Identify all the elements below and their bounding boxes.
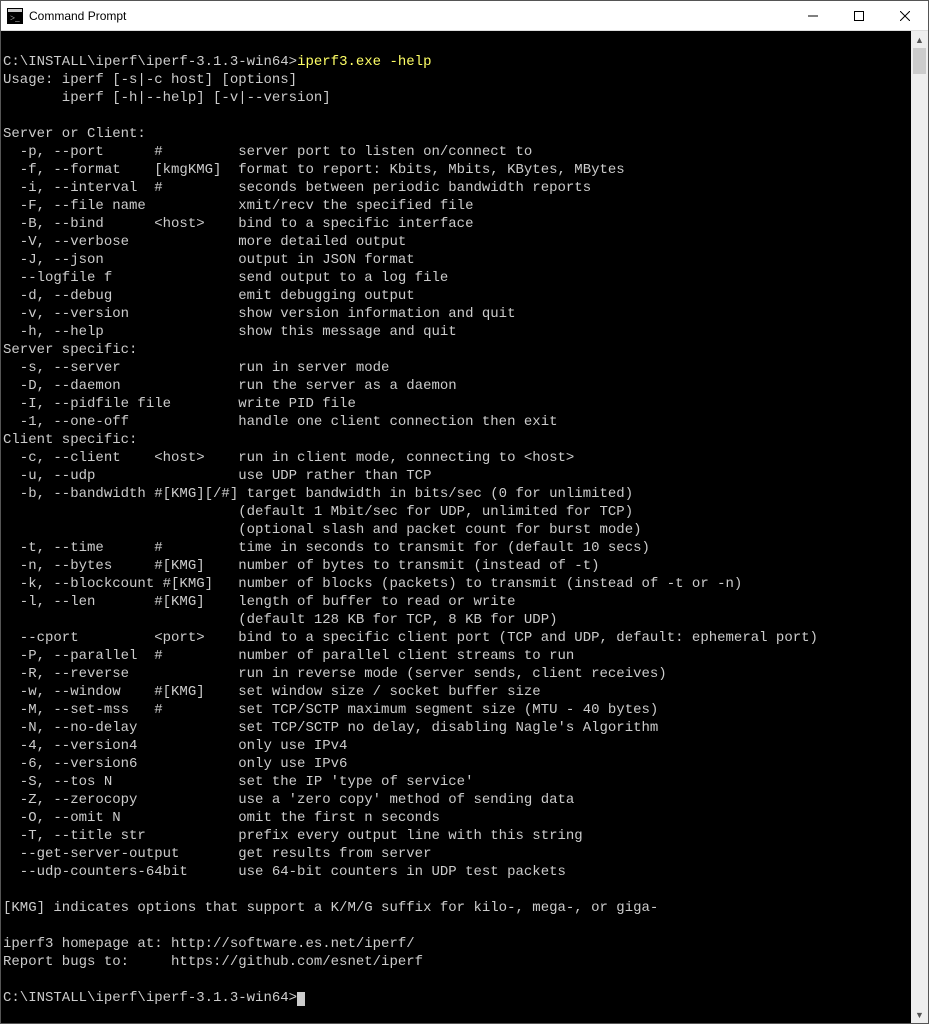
option-line: -Z, --zerocopy use a 'zero copy' method … [3,792,574,808]
svg-text:>_: >_ [10,13,20,23]
usage-line: iperf [-h|--help] [-v|--version] [3,90,331,106]
option-line: -f, --format [kmgKMG] format to report: … [3,162,625,178]
command-input: iperf3.exe -help [297,54,431,70]
option-line: -J, --json output in JSON format [3,252,415,268]
option-line: -b, --bandwidth #[KMG][/#] target bandwi… [3,486,633,502]
option-line: -O, --omit N omit the first n seconds [3,810,440,826]
option-line: -p, --port # server port to listen on/co… [3,144,532,160]
option-line: (default 128 KB for TCP, 8 KB for UDP) [3,612,558,628]
footnote-line: [KMG] indicates options that support a K… [3,900,658,916]
option-line: -c, --client <host> run in client mode, … [3,450,574,466]
command-prompt-icon: >_ [7,8,23,24]
vertical-scrollbar[interactable]: ▲ ▼ [911,31,928,1023]
option-line: -M, --set-mss # set TCP/SCTP maximum seg… [3,702,658,718]
prompt-path: C:\INSTALL\iperf\iperf-3.1.3-win64> [3,990,297,1006]
option-line: -6, --version6 only use IPv6 [3,756,347,772]
option-line: -i, --interval # seconds between periodi… [3,180,591,196]
option-line: -D, --daemon run the server as a daemon [3,378,457,394]
command-prompt-window: >_ Command Prompt C:\INSTALL\iperf\iperf… [0,0,929,1024]
option-line: -R, --reverse run in reverse mode (serve… [3,666,667,682]
prompt-path: C:\INSTALL\iperf\iperf-3.1.3-win64> [3,54,297,70]
option-line: -I, --pidfile file write PID file [3,396,356,412]
close-button[interactable] [882,1,928,30]
option-line: (default 1 Mbit/sec for UDP, unlimited f… [3,504,633,520]
terminal-output[interactable]: C:\INSTALL\iperf\iperf-3.1.3-win64>iperf… [1,31,911,1023]
usage-line: Usage: iperf [-s|-c host] [options] [3,72,297,88]
option-line: -h, --help show this message and quit [3,324,457,340]
client-area: C:\INSTALL\iperf\iperf-3.1.3-win64>iperf… [1,31,928,1023]
option-line: -F, --file name xmit/recv the specified … [3,198,473,214]
option-line: -n, --bytes #[KMG] number of bytes to tr… [3,558,600,574]
option-line: -v, --version show version information a… [3,306,515,322]
section-header: Server specific: [3,342,137,358]
option-line: -1, --one-off handle one client connecti… [3,414,558,430]
minimize-button[interactable] [790,1,836,30]
option-line: -l, --len #[KMG] length of buffer to rea… [3,594,515,610]
option-line: -S, --tos N set the IP 'type of service' [3,774,473,790]
bugs-line: Report bugs to: https://github.com/esnet… [3,954,423,970]
scroll-down-arrow-icon[interactable]: ▼ [911,1006,928,1023]
section-header: Server or Client: [3,126,146,142]
option-line: --get-server-output get results from ser… [3,846,431,862]
option-line: -d, --debug emit debugging output [3,288,415,304]
window-controls [790,1,928,30]
option-line: --cport <port> bind to a specific client… [3,630,818,646]
cursor [297,992,305,1006]
option-line: -B, --bind <host> bind to a specific int… [3,216,473,232]
option-line: -u, --udp use UDP rather than TCP [3,468,431,484]
option-line: --udp-counters-64bit use 64-bit counters… [3,864,566,880]
maximize-button[interactable] [836,1,882,30]
window-title: Command Prompt [29,9,790,23]
option-line: -t, --time # time in seconds to transmit… [3,540,650,556]
option-line: -k, --blockcount #[KMG] number of blocks… [3,576,742,592]
option-line: -w, --window #[KMG] set window size / so… [3,684,541,700]
option-line: -P, --parallel # number of parallel clie… [3,648,574,664]
option-line: (optional slash and packet count for bur… [3,522,642,538]
titlebar[interactable]: >_ Command Prompt [1,1,928,31]
scroll-thumb[interactable] [913,48,926,74]
option-line: -V, --verbose more detailed output [3,234,406,250]
scroll-up-arrow-icon[interactable]: ▲ [911,31,928,48]
option-line: -N, --no-delay set TCP/SCTP no delay, di… [3,720,658,736]
option-line: --logfile f send output to a log file [3,270,448,286]
homepage-line: iperf3 homepage at: http://software.es.n… [3,936,415,952]
option-line: -s, --server run in server mode [3,360,389,376]
option-line: -4, --version4 only use IPv4 [3,738,347,754]
section-header: Client specific: [3,432,137,448]
option-line: -T, --title str prefix every output line… [3,828,583,844]
